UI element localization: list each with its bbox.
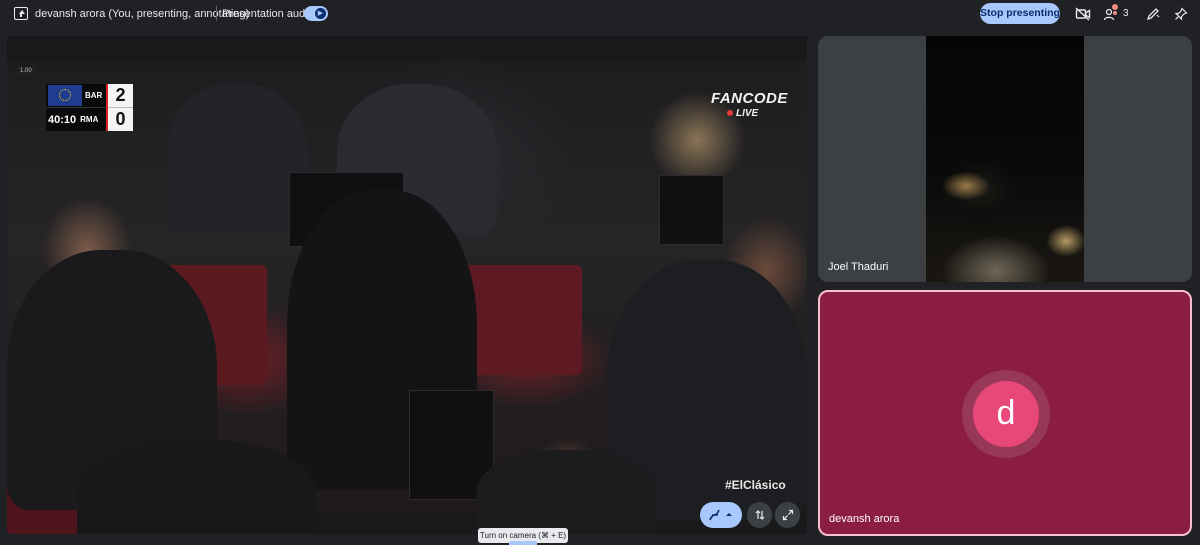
team-home: BAR: [85, 91, 103, 100]
broadcaster-logo: FANCODE: [711, 90, 788, 107]
divider: [216, 6, 217, 21]
stream-label: 1.00: [18, 67, 34, 75]
participant-name: Joel Thaduri: [828, 261, 889, 273]
participant-tile-devansh[interactable]: d devansh arora: [818, 290, 1192, 536]
presentation-audio-toggle[interactable]: ▶: [304, 6, 328, 21]
presentation-audio-label: Presentation audio: [222, 8, 314, 20]
present-screen-icon: [14, 7, 28, 20]
fullscreen-button[interactable]: [775, 502, 800, 528]
avatar: d: [973, 381, 1039, 447]
annotation-tool-icon: [709, 509, 732, 521]
camera-off-icon[interactable]: [1073, 4, 1093, 24]
scoreboard: BAR 40:10 RMA 2 0: [46, 84, 133, 131]
pin-icon[interactable]: [1171, 4, 1191, 24]
competition-logo-icon: [48, 85, 82, 106]
press-monitor: [659, 175, 724, 245]
fullscreen-icon: [782, 509, 793, 521]
annotation-tool-button[interactable]: [700, 502, 742, 528]
participant-tile-joel[interactable]: Joel Thaduri: [818, 36, 1192, 282]
people-icon[interactable]: [1101, 4, 1121, 24]
background-spectator: [167, 84, 307, 234]
scoreboard-scores: 2 0: [106, 84, 133, 131]
camera-button[interactable]: [509, 541, 537, 545]
notification-badge: [1112, 4, 1118, 10]
participant-name: devansh arora: [829, 513, 900, 525]
presenter-label: devansh arora (You, presenting, annotati…: [35, 8, 250, 20]
move-icon: [755, 510, 764, 520]
live-label: LIVE: [736, 108, 759, 119]
scoreboard-teams: BAR 40:10 RMA: [46, 84, 106, 131]
shared-screen[interactable]: 1.00 BAR 40:10 RMA 2 0 FANCODE LIVE #ElC…: [7, 36, 807, 534]
stop-presenting-button[interactable]: Stop presenting: [980, 3, 1060, 24]
live-dot-icon: [727, 110, 733, 116]
spectator: [77, 440, 317, 534]
speaker-icon: ▶: [315, 8, 326, 19]
people-count: 3: [1123, 8, 1129, 19]
score-away: 0: [108, 107, 133, 130]
meeting-top-bar: devansh arora (You, presenting, annotati…: [0, 0, 1200, 28]
match-clock: 40:10: [48, 113, 77, 126]
score-home: 2: [115, 85, 126, 105]
team-away: RMA: [80, 115, 99, 124]
move-button[interactable]: [747, 502, 772, 528]
live-indicator: LIVE: [727, 108, 758, 119]
broadcast-hashtag: #ElClásico: [725, 478, 786, 492]
spectator: [477, 450, 657, 534]
participant-video: [926, 36, 1084, 282]
annotate-pen-icon[interactable]: [1143, 4, 1163, 24]
